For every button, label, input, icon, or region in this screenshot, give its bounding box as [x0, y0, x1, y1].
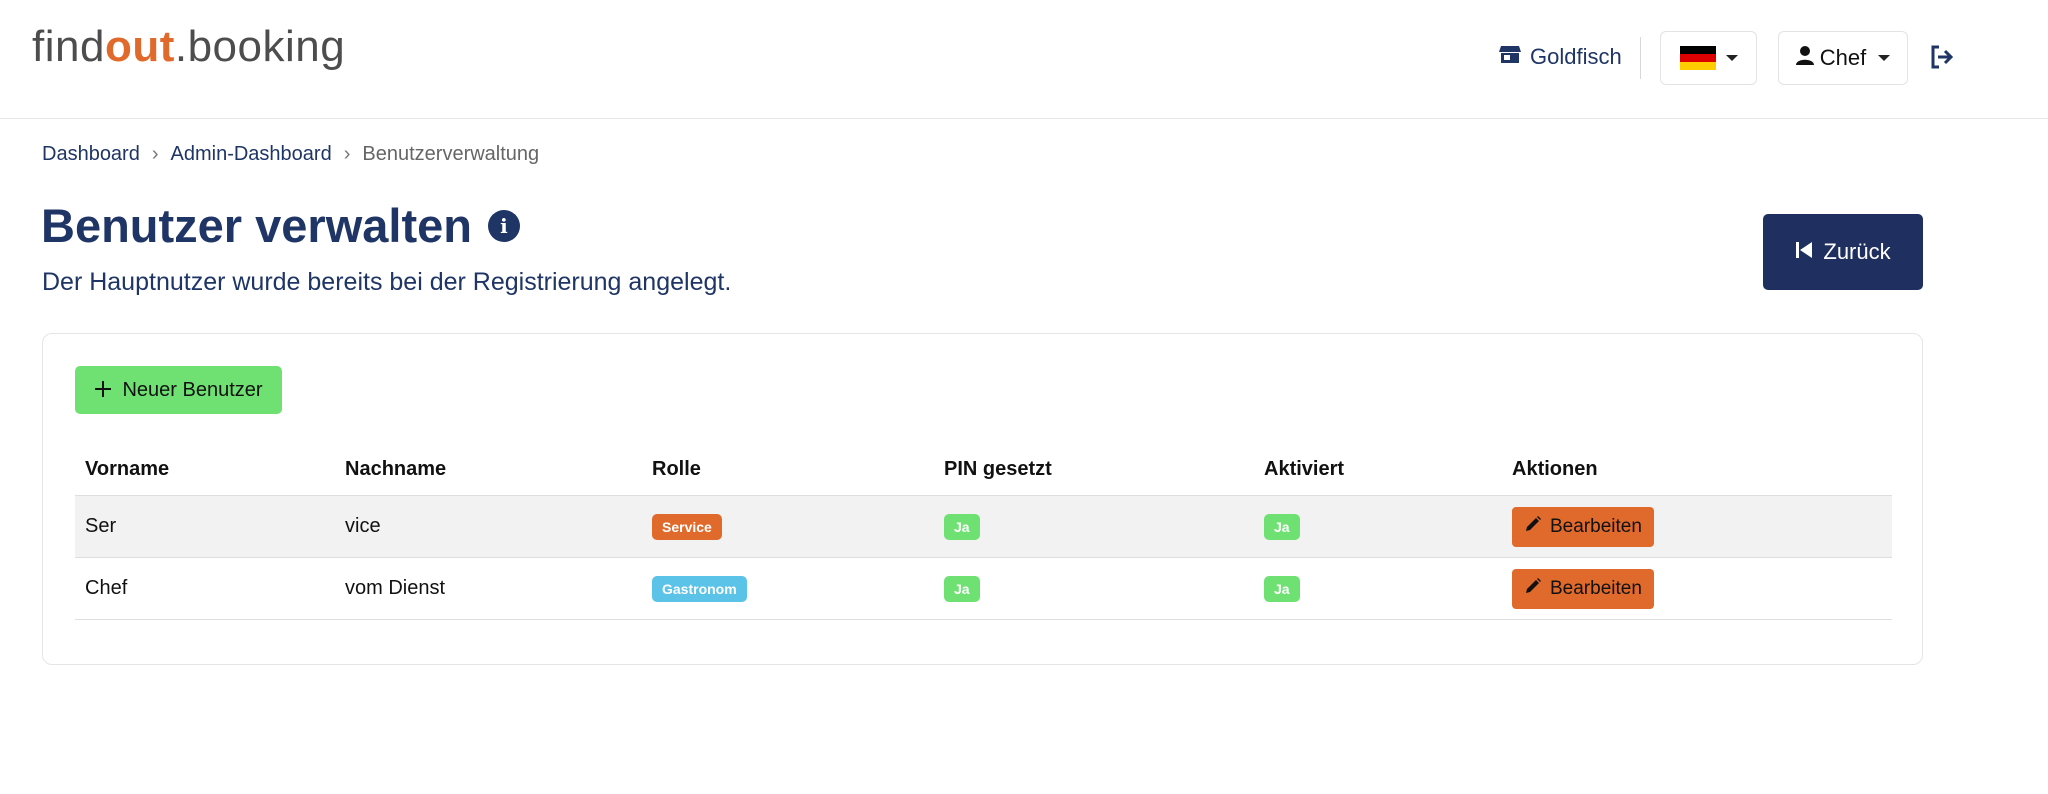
- top-header: findout.booking Goldfisch Chef: [0, 0, 2048, 119]
- pencil-icon: [1524, 515, 1542, 539]
- store-selector[interactable]: Goldfisch: [1499, 44, 1622, 70]
- cell-vorname: Chef: [85, 577, 128, 599]
- column-header-nachname: Nachname: [345, 457, 447, 480]
- column-header-aktiviert: Aktiviert: [1264, 457, 1345, 480]
- page-subtitle: Der Hauptnutzer wurde bereits bei der Re…: [42, 268, 732, 296]
- cell-vorname: Ser: [85, 515, 117, 537]
- column-header-aktionen: Aktionen: [1512, 457, 1598, 480]
- breadcrumb: Dashboard › Admin-Dashboard › Benutzerve…: [42, 143, 539, 166]
- pin-status-badge: Ja: [944, 513, 980, 540]
- new-user-label: Neuer Benutzer: [122, 378, 263, 401]
- logo-text-out: out: [104, 22, 175, 71]
- edit-button-label: Bearbeiten: [1550, 577, 1642, 599]
- logout-icon[interactable]: [1929, 43, 1955, 71]
- plus-icon: [94, 375, 112, 403]
- edit-button[interactable]: Bearbeiten: [1512, 568, 1654, 609]
- table-row: Ser vice Service Ja Ja Bearbeiten: [75, 496, 1892, 558]
- column-header-pin: PIN gesetzt: [944, 457, 1052, 480]
- edit-button-label: Bearbeiten: [1550, 515, 1642, 537]
- edit-button[interactable]: Bearbeiten: [1512, 506, 1654, 547]
- cell-aktionen: Bearbeiten: [1502, 568, 1892, 609]
- breadcrumb-separator: ›: [151, 143, 159, 165]
- breadcrumb-dashboard[interactable]: Dashboard: [42, 143, 140, 166]
- info-icon[interactable]: i: [487, 209, 520, 242]
- logo-text-booking: .booking: [174, 22, 346, 71]
- findout-logo[interactable]: findout.booking: [32, 22, 345, 72]
- breadcrumb-admin-dashboard[interactable]: Admin-Dashboard: [171, 143, 332, 166]
- pencil-icon: [1524, 577, 1542, 601]
- flag-de-icon: [1679, 46, 1716, 70]
- users-table: Vorname Nachname Rolle PIN gesetzt Aktiv…: [75, 443, 1892, 620]
- cell-nachname: vom Dienst: [345, 577, 446, 599]
- cell-nachname: vice: [345, 515, 381, 537]
- back-button-label: Zurück: [1823, 239, 1891, 264]
- active-status-badge: Ja: [1264, 575, 1300, 602]
- back-button[interactable]: Zurück: [1763, 214, 1923, 290]
- user-name: Chef: [1819, 45, 1867, 70]
- cell-rolle: Gastronom: [642, 575, 934, 602]
- cell-aktionen: Bearbeiten: [1502, 506, 1892, 547]
- user-icon: [1795, 45, 1814, 71]
- role-badge: Service: [652, 513, 722, 540]
- store-name: Goldfisch: [1530, 44, 1622, 69]
- user-menu-dropdown[interactable]: Chef: [1778, 31, 1908, 85]
- cell-pin: Ja: [934, 575, 1254, 602]
- cell-pin: Ja: [934, 513, 1254, 540]
- page-title-text: Benutzer verwalten: [41, 199, 472, 252]
- table-row: Chef vom Dienst Gastronom Ja Ja Bearbeit…: [75, 558, 1892, 620]
- skip-back-icon: [1795, 239, 1813, 265]
- cell-rolle: Service: [642, 513, 934, 540]
- pin-status-badge: Ja: [944, 575, 980, 602]
- breadcrumb-separator: ›: [343, 143, 351, 165]
- cell-aktiviert: Ja: [1254, 513, 1502, 540]
- cell-aktiviert: Ja: [1254, 575, 1502, 602]
- users-card: Neuer Benutzer Vorname Nachname Rolle PI…: [42, 333, 1923, 665]
- page-title: Benutzer verwalten i: [41, 198, 520, 253]
- language-dropdown[interactable]: [1660, 31, 1757, 85]
- new-user-button[interactable]: Neuer Benutzer: [75, 366, 282, 414]
- table-header: Vorname Nachname Rolle PIN gesetzt Aktiv…: [75, 443, 1892, 496]
- column-header-rolle: Rolle: [652, 457, 701, 480]
- header-divider: [1640, 37, 1641, 79]
- logo-text-find: find: [32, 22, 105, 71]
- column-header-vorname: Vorname: [85, 457, 170, 480]
- store-icon: [1499, 44, 1521, 70]
- role-badge: Gastronom: [652, 575, 747, 602]
- chevron-down-icon: [1725, 55, 1738, 61]
- active-status-badge: Ja: [1264, 513, 1300, 540]
- chevron-down-icon: [1878, 55, 1891, 61]
- breadcrumb-current: Benutzerverwaltung: [362, 143, 540, 165]
